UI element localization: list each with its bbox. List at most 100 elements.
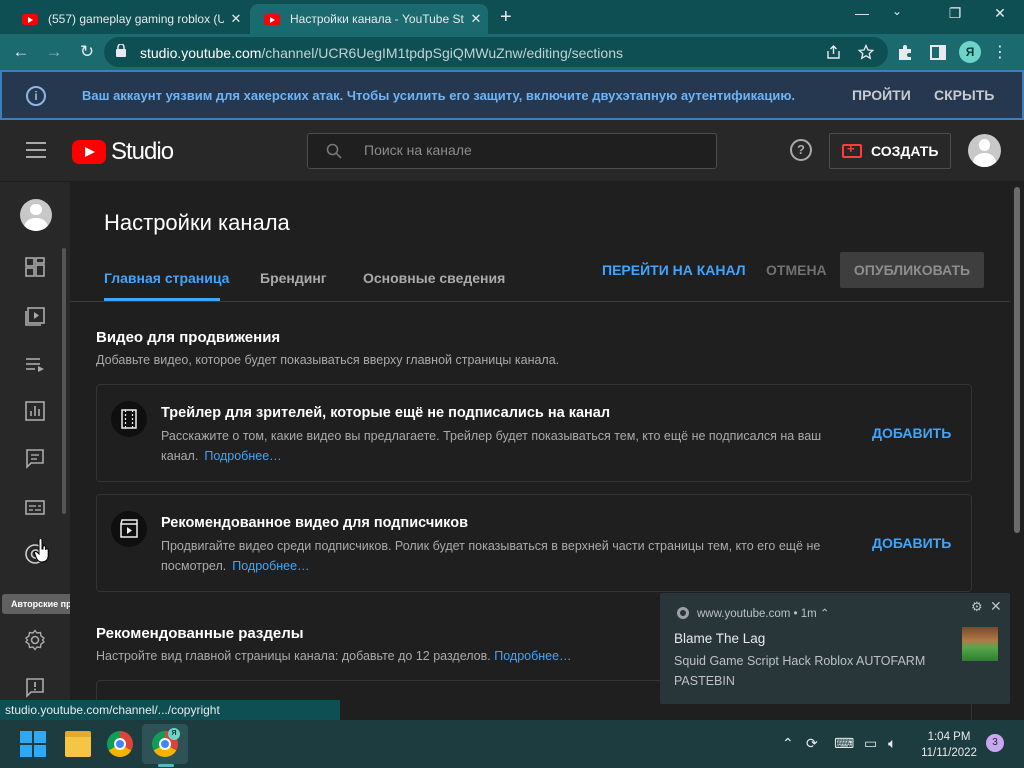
cancel-button[interactable]: ОТМЕНА xyxy=(766,262,827,278)
browser-tab-channel-settings[interactable]: Настройки канала - YouTube Stu ✕ xyxy=(250,4,488,34)
studio-sidebar xyxy=(0,182,70,720)
more-vert-icon[interactable]: ⋮ xyxy=(992,42,1008,62)
tab-home-page[interactable]: Главная страница xyxy=(104,270,229,286)
tab-close-icon[interactable]: ✕ xyxy=(464,11,488,27)
window-maximize-button[interactable]: ❐ xyxy=(940,5,970,22)
browser-toolbar: ← → ↻ studio.youtube.com/channel/UCR6Ueg… xyxy=(0,34,1024,70)
notification-toast[interactable]: www.youtube.com • 1m ⌃ ⚙ ✕ Blame The Lag… xyxy=(660,593,1010,704)
share-icon[interactable] xyxy=(826,45,841,59)
section-title-featured-sections: Рекомендованные разделы xyxy=(96,625,304,642)
section-desc-promo-video: Добавьте видео, которое будет показывать… xyxy=(96,353,560,367)
card-desc: Продвигайте видео среди подписчиков. Рол… xyxy=(161,536,866,576)
forward-button[interactable]: → xyxy=(43,42,65,62)
studio-header: Studio ? СОЗДАТЬ xyxy=(0,120,1024,182)
tab-title: (557) gameplay gaming roblox (U xyxy=(48,12,224,26)
address-url[interactable]: studio.youtube.com/channel/UCR6UegIM1tpd… xyxy=(140,45,623,61)
reload-button[interactable]: ↻ xyxy=(76,42,98,62)
file-explorer-icon[interactable] xyxy=(65,731,91,757)
clock-date: 11/11/2022 xyxy=(921,747,977,759)
settings-icon[interactable] xyxy=(24,629,46,651)
tab-branding[interactable]: Брендинг xyxy=(260,270,327,286)
security-banner: i Ваш аккаунт уязвим для хакерских атак.… xyxy=(0,70,1024,120)
create-label: СОЗДАТЬ xyxy=(871,143,939,159)
extensions-icon[interactable] xyxy=(897,44,914,61)
status-url: studio.youtube.com/channel/.../copyright xyxy=(0,700,340,720)
search-icon[interactable] xyxy=(326,143,342,159)
studio-logo-text: Studio xyxy=(111,138,174,165)
add-trailer-button[interactable]: ДОБАВИТЬ xyxy=(872,425,951,441)
window-close-button[interactable]: ✕ xyxy=(985,5,1015,22)
info-icon: i xyxy=(26,86,46,106)
volume-icon[interactable]: 🔈︎ xyxy=(888,735,896,752)
video-camera-plus-icon xyxy=(842,141,862,158)
banner-hide-button[interactable]: СКРЫТЬ xyxy=(934,87,994,103)
learn-more-link[interactable]: Подробнее… xyxy=(494,649,571,663)
channel-search[interactable] xyxy=(307,133,717,169)
banner-go-button[interactable]: ПРОЙТИ xyxy=(852,87,911,103)
new-tab-button[interactable]: + xyxy=(500,6,512,29)
sidebar-icon[interactable] xyxy=(930,45,946,60)
browser-tab-bar: (557) gameplay gaming roblox (U ✕ Настро… xyxy=(0,0,1024,34)
dashboard-icon[interactable] xyxy=(24,256,46,278)
publish-button[interactable]: ОПУБЛИКОВАТЬ xyxy=(840,252,984,288)
create-button[interactable]: СОЗДАТЬ xyxy=(829,133,951,169)
playlist-icon[interactable] xyxy=(24,353,46,375)
window-minimize-button[interactable]: — xyxy=(847,5,877,21)
studio-logo[interactable]: Studio xyxy=(72,138,174,166)
hand-cursor-icon xyxy=(34,539,49,563)
analytics-icon[interactable] xyxy=(24,400,46,422)
notification-time: 1m xyxy=(800,608,817,620)
windows-taskbar: Я ⌃ ⟳ ⌨ ▭ 🔈︎ 1:04 PM 11/11/2022 3 xyxy=(0,720,1024,768)
page-title: Настройки канала xyxy=(104,210,290,235)
keyboard-icon[interactable]: ⌨ xyxy=(834,735,854,752)
menu-icon[interactable] xyxy=(26,142,46,158)
browser-tab-youtube-search[interactable]: (557) gameplay gaming roblox (U ✕ xyxy=(8,4,248,34)
feedback-icon[interactable] xyxy=(24,676,46,698)
notification-title: Blame The Lag xyxy=(674,631,766,646)
add-featured-video-button[interactable]: ДОБАВИТЬ xyxy=(872,535,951,551)
chrome-icon[interactable] xyxy=(107,731,133,757)
taskbar-clock[interactable]: 1:04 PM 11/11/2022 xyxy=(918,729,980,761)
youtube-favicon-icon xyxy=(22,13,38,25)
channel-avatar[interactable] xyxy=(20,199,52,231)
card-desc: Расскажите о том, какие видео вы предлаг… xyxy=(161,426,866,466)
goto-channel-button[interactable]: ПЕРЕЙТИ НА КАНАЛ xyxy=(602,262,746,278)
profile-badge: Я xyxy=(168,728,180,740)
card-title: Трейлер для зрителей, которые ещё не под… xyxy=(161,405,611,421)
chrome-icon xyxy=(677,607,689,619)
search-input[interactable] xyxy=(364,142,664,158)
sidebar-scrollbar[interactable] xyxy=(62,248,66,514)
notification-source: www.youtube.com • 1m ⌃ xyxy=(697,608,830,620)
address-bar[interactable]: studio.youtube.com/channel/UCR6UegIM1tpd… xyxy=(104,37,888,67)
tab-search-icon[interactable]: ⌄ xyxy=(892,4,902,18)
back-button[interactable]: ← xyxy=(10,42,32,62)
display-icon[interactable]: ▭ xyxy=(864,735,877,752)
tray-sync-icon[interactable]: ⟳ xyxy=(806,735,818,752)
tab-divider xyxy=(70,301,1010,302)
card-title: Рекомендованное видео для подписчиков xyxy=(161,515,469,531)
youtube-logo-icon xyxy=(72,140,106,164)
star-icon[interactable] xyxy=(858,44,874,60)
tray-overflow-icon[interactable]: ⌃ xyxy=(782,735,794,752)
taskbar-active-indicator xyxy=(158,764,174,767)
tab-close-icon[interactable]: ✕ xyxy=(224,11,248,27)
windows-start-icon[interactable] xyxy=(20,731,46,757)
url-host: studio.youtube.com xyxy=(140,45,262,61)
lock-icon[interactable] xyxy=(116,44,126,57)
account-avatar[interactable] xyxy=(968,134,1001,167)
section-title-promo-video: Видео для продвижения xyxy=(96,329,281,346)
help-icon[interactable]: ? xyxy=(790,139,812,161)
comments-icon[interactable] xyxy=(24,447,46,469)
main-scrollbar[interactable] xyxy=(1014,187,1020,533)
learn-more-link[interactable]: Подробнее… xyxy=(232,559,309,573)
tab-basic-info[interactable]: Основные сведения xyxy=(363,270,505,286)
browser-profile-avatar[interactable]: Я xyxy=(959,41,981,63)
subtitles-icon[interactable] xyxy=(24,496,46,518)
notification-settings-icon[interactable]: ⚙ xyxy=(971,599,983,615)
youtube-favicon-icon xyxy=(264,13,280,25)
notification-source-host: www.youtube.com xyxy=(697,608,791,620)
content-icon[interactable] xyxy=(24,304,46,326)
notification-count-badge[interactable]: 3 xyxy=(986,734,1004,752)
learn-more-link[interactable]: Подробнее… xyxy=(204,449,281,463)
notification-close-icon[interactable]: ✕ xyxy=(990,598,1002,615)
